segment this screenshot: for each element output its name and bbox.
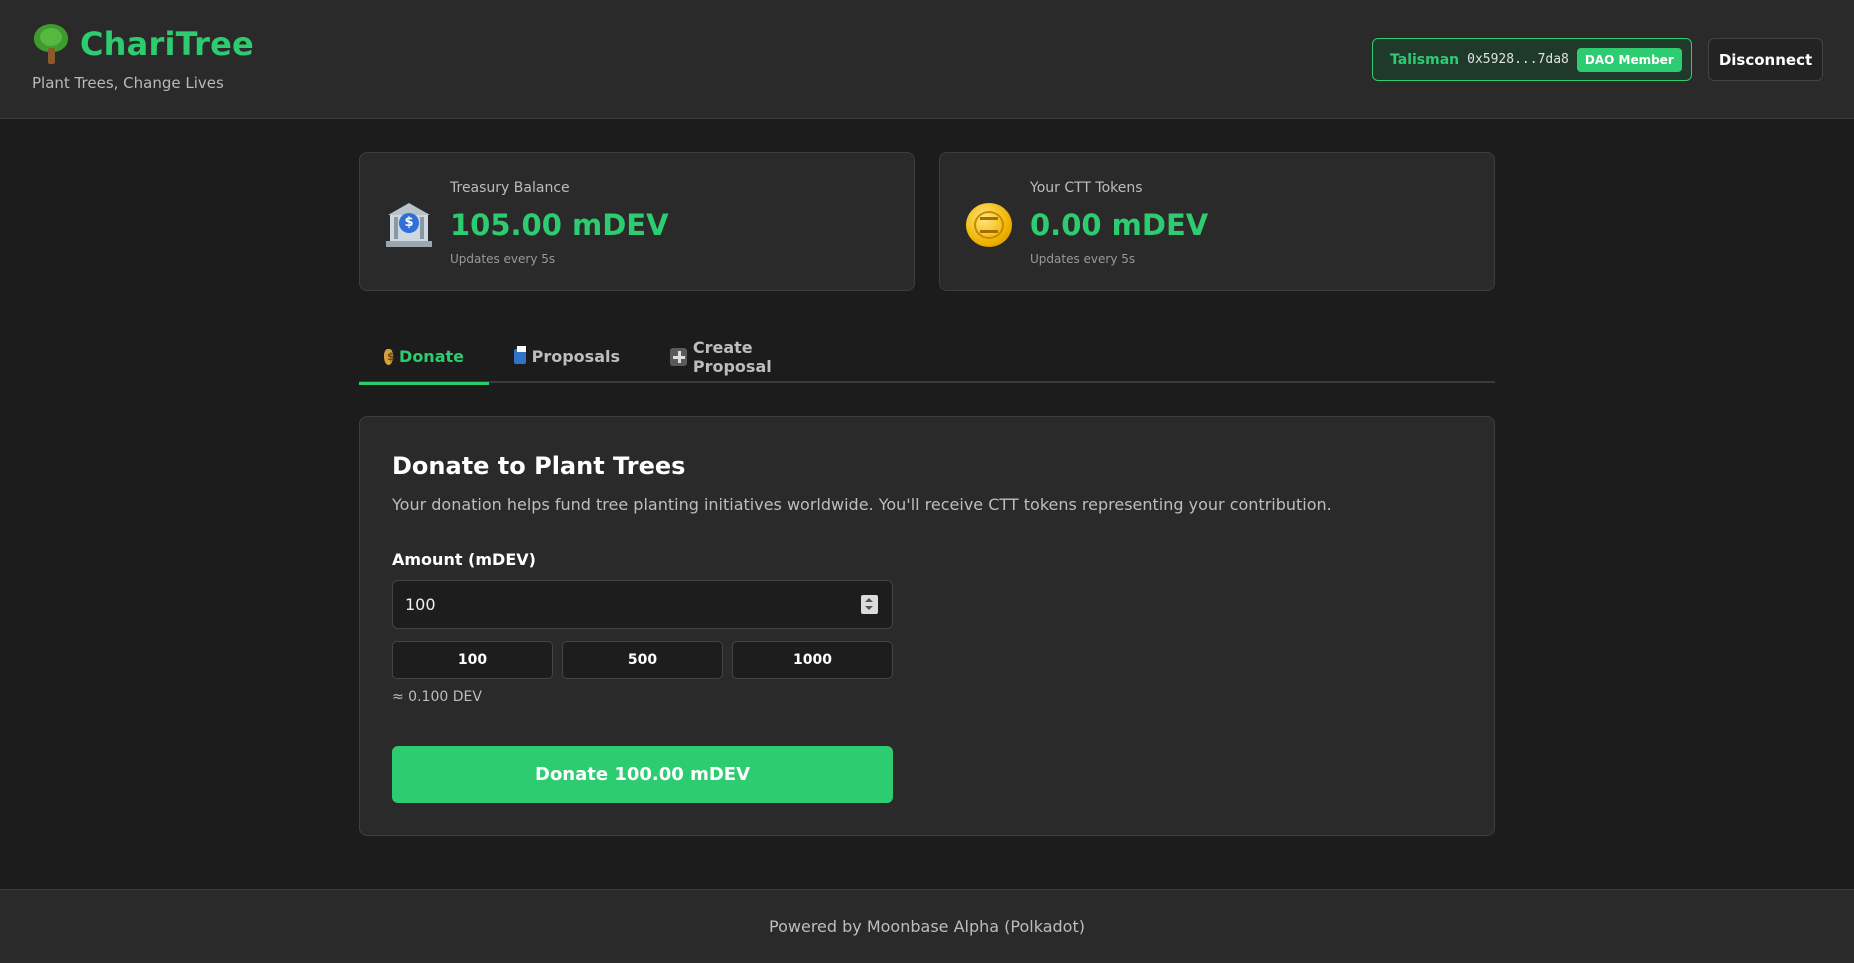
tab-donate[interactable]: Donate: [359, 330, 489, 385]
wallet-name: Talisman: [1390, 51, 1460, 68]
money-bag-icon: [384, 348, 395, 365]
app-header: ChariTree Plant Trees, Change Lives Tali…: [0, 0, 1854, 119]
brand: ChariTree Plant Trees, Change Lives: [32, 24, 254, 92]
stepper-up-icon[interactable]: [865, 598, 873, 602]
ballot-box-icon: [514, 346, 526, 364]
tab-bar: Donate Proposals Create Proposal: [359, 330, 1495, 385]
donate-title: Donate to Plant Trees: [392, 452, 686, 480]
plus-icon: [670, 347, 687, 366]
donate-description: Your donation helps fund tree planting i…: [392, 495, 1332, 514]
footer-text: Powered by Moonbase Alpha (Polkadot): [769, 917, 1085, 936]
ctt-tokens-card: Your CTT Tokens 0.00 mDEV Updates every …: [939, 152, 1495, 291]
tab-proposals[interactable]: Proposals: [489, 330, 645, 383]
tokens-update-note: Updates every 5s: [1030, 252, 1136, 266]
preset-500-button[interactable]: 500: [562, 641, 723, 679]
preset-1000-button[interactable]: 1000: [732, 641, 893, 679]
tree-icon: [32, 24, 70, 64]
coin-icon: [966, 203, 1012, 247]
tokens-value: 0.00 mDEV: [1030, 208, 1209, 242]
tab-donate-label: Donate: [399, 347, 464, 366]
treasury-balance-card: $ Treasury Balance 105.00 mDEV Updates e…: [359, 152, 915, 291]
stepper-down-icon[interactable]: [865, 606, 873, 610]
dev-conversion: ≈ 0.100 DEV: [392, 689, 482, 705]
disconnect-button[interactable]: Disconnect: [1708, 38, 1823, 81]
dao-member-badge: DAO Member: [1576, 47, 1682, 72]
app-title: ChariTree: [80, 25, 254, 63]
donate-panel: Donate to Plant Trees Your donation help…: [359, 416, 1495, 836]
bank-icon: $: [386, 203, 432, 247]
treasury-update-note: Updates every 5s: [450, 252, 556, 266]
donate-submit-button[interactable]: Donate 100.00 mDEV: [392, 746, 893, 803]
app-tagline: Plant Trees, Change Lives: [32, 74, 224, 92]
amount-label: Amount (mDEV): [392, 550, 536, 569]
tab-proposals-label: Proposals: [531, 347, 620, 366]
tokens-label: Your CTT Tokens: [1030, 180, 1143, 196]
wallet-status: Talisman 0x5928...7da8 DAO Member: [1372, 38, 1692, 81]
treasury-label: Treasury Balance: [450, 180, 570, 196]
amount-input[interactable]: [392, 580, 893, 629]
treasury-value: 105.00 mDEV: [450, 208, 669, 242]
wallet-address: 0x5928...7da8: [1467, 52, 1569, 67]
preset-100-button[interactable]: 100: [392, 641, 553, 679]
tab-create-proposal[interactable]: Create Proposal: [645, 330, 853, 383]
amount-stepper[interactable]: [861, 595, 878, 614]
app-footer: Powered by Moonbase Alpha (Polkadot): [0, 889, 1854, 963]
tab-create-proposal-label: Create Proposal: [692, 337, 772, 376]
